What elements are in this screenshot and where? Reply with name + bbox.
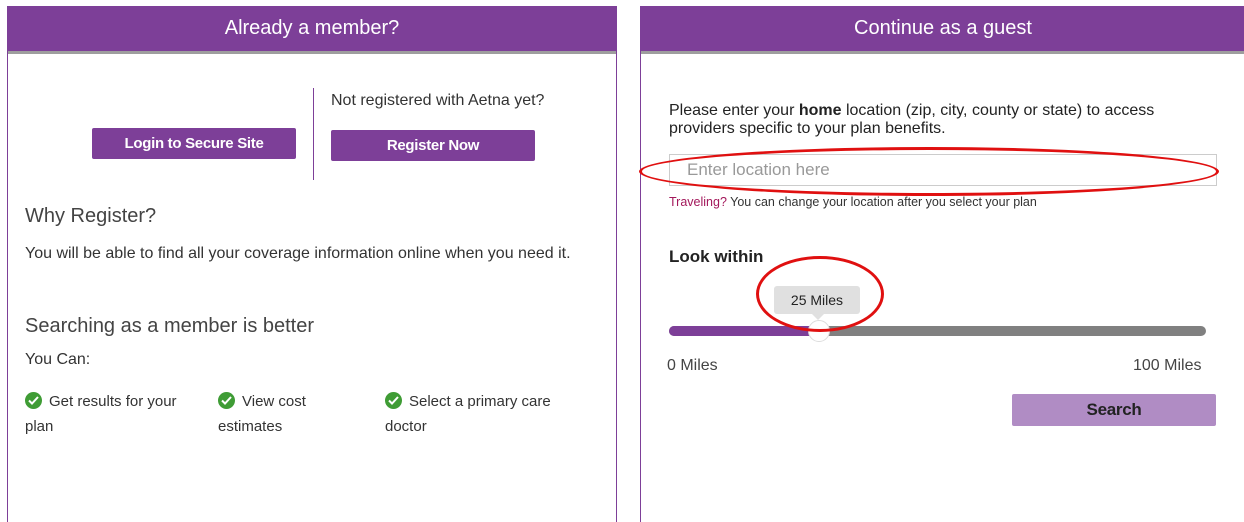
traveling-note: Traveling? You can change your location … xyxy=(669,195,1037,209)
check-circle-icon xyxy=(25,392,42,409)
why-register-heading: Why Register? xyxy=(25,205,157,227)
not-registered-text: Not registered with Aetna yet? xyxy=(331,92,545,109)
location-input[interactable] xyxy=(669,154,1217,186)
login-button[interactable]: Login to Secure Site xyxy=(92,128,296,159)
benefit-item: Get results for your plan xyxy=(25,389,205,439)
vertical-divider xyxy=(313,88,314,180)
register-button[interactable]: Register Now xyxy=(331,130,535,161)
traveling-link[interactable]: Traveling? xyxy=(669,195,727,209)
slider-min-label: 0 Miles xyxy=(667,357,718,374)
check-circle-icon xyxy=(385,392,402,409)
member-panel: Already a member? Login to Secure Site N… xyxy=(7,6,617,522)
benefit-label: Get results for your plan xyxy=(25,393,177,435)
instruction-text: Please enter your xyxy=(669,102,799,119)
location-instruction: Please enter your home location (zip, ci… xyxy=(669,102,1209,138)
instruction-bold: home xyxy=(798,102,842,119)
slider-fill xyxy=(669,326,819,336)
you-can-label: You Can: xyxy=(25,351,91,368)
guest-panel: Continue as a guest Please enter your ho… xyxy=(640,6,1244,522)
benefit-label: Select a primary care doctor xyxy=(385,393,551,435)
traveling-text: You can change your location after you s… xyxy=(726,195,1037,209)
slider-value-tooltip: 25 Miles xyxy=(774,286,860,320)
benefit-item: Select a primary care doctor xyxy=(385,389,585,439)
search-button[interactable]: Search xyxy=(1012,394,1216,426)
benefit-item: View cost estimates xyxy=(218,389,348,439)
distance-slider[interactable] xyxy=(669,320,1206,342)
guest-panel-header: Continue as a guest xyxy=(641,6,1244,54)
slider-thumb[interactable] xyxy=(808,320,830,342)
member-panel-header: Already a member? xyxy=(8,6,616,54)
look-within-label: Look within xyxy=(669,247,764,266)
why-register-text: You will be able to find all your covera… xyxy=(25,245,571,262)
member-better-heading: Searching as a member is better xyxy=(25,315,315,337)
slider-max-label: 100 Miles xyxy=(1133,357,1202,374)
check-circle-icon xyxy=(218,392,235,409)
